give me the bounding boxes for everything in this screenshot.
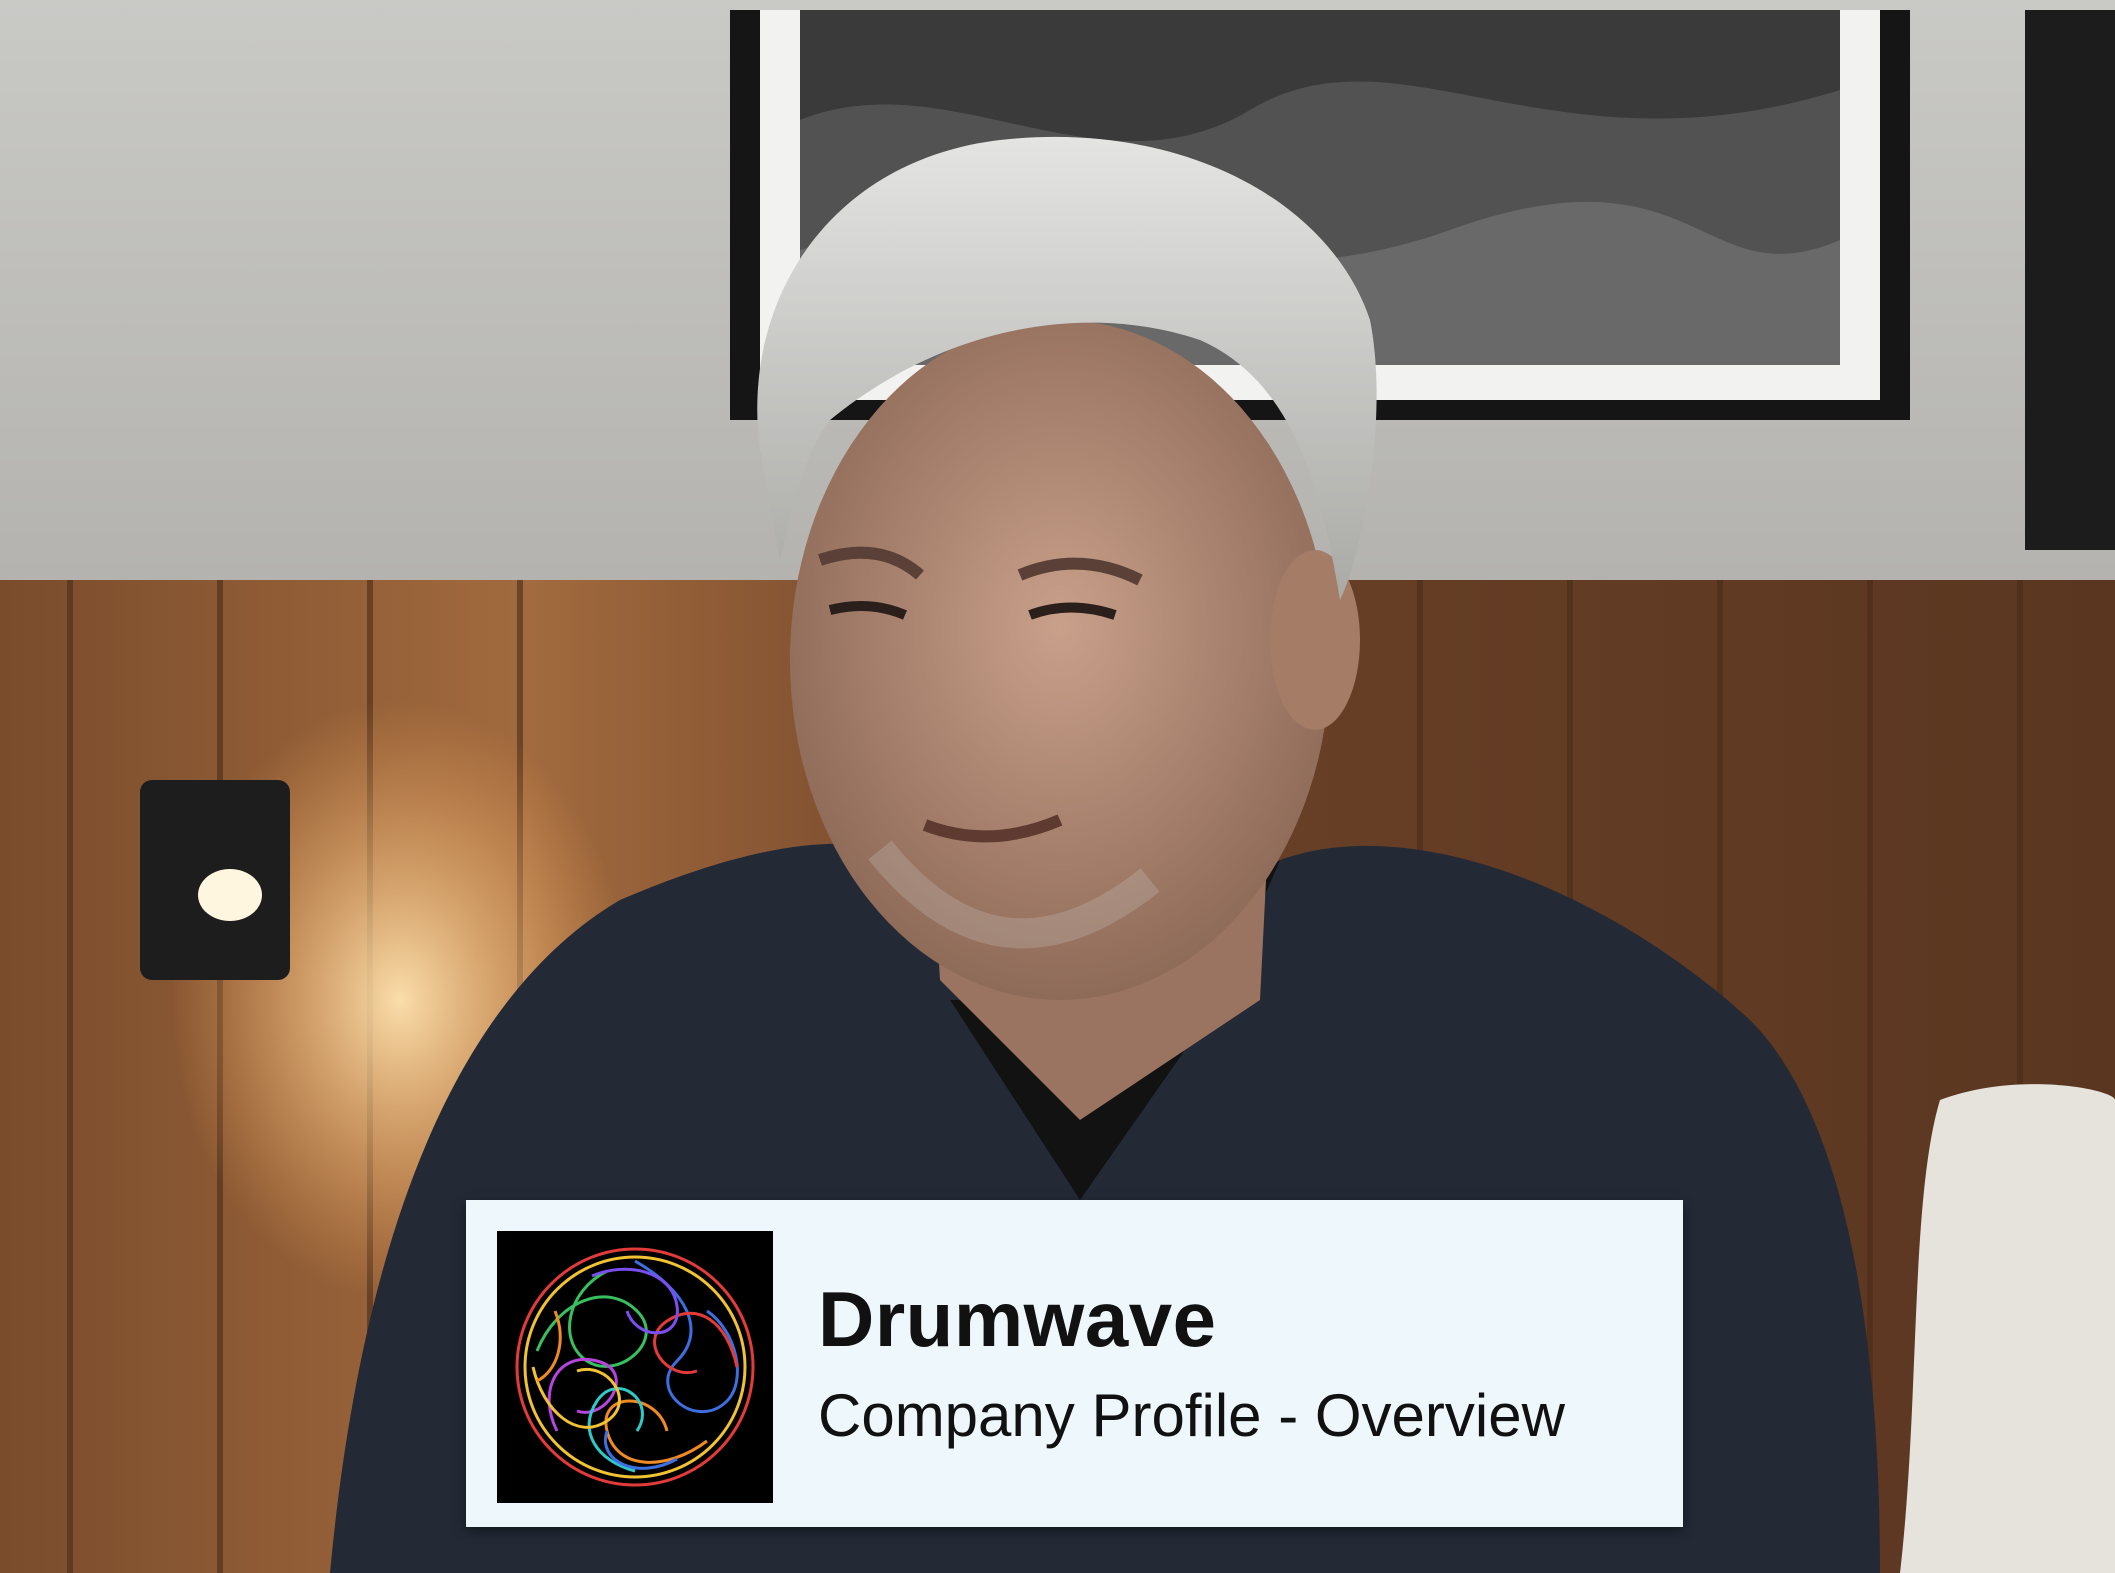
lower-third-text: Drumwave Company Profile - Overview bbox=[818, 1280, 1565, 1446]
drumwave-logo-icon bbox=[497, 1231, 773, 1503]
company-subtitle: Company Profile - Overview bbox=[818, 1382, 1565, 1449]
company-name: Drumwave bbox=[818, 1275, 1217, 1363]
lower-third-banner: Drumwave Company Profile - Overview bbox=[466, 1200, 1683, 1527]
video-frame: Drumwave Company Profile - Overview bbox=[0, 0, 2115, 1573]
